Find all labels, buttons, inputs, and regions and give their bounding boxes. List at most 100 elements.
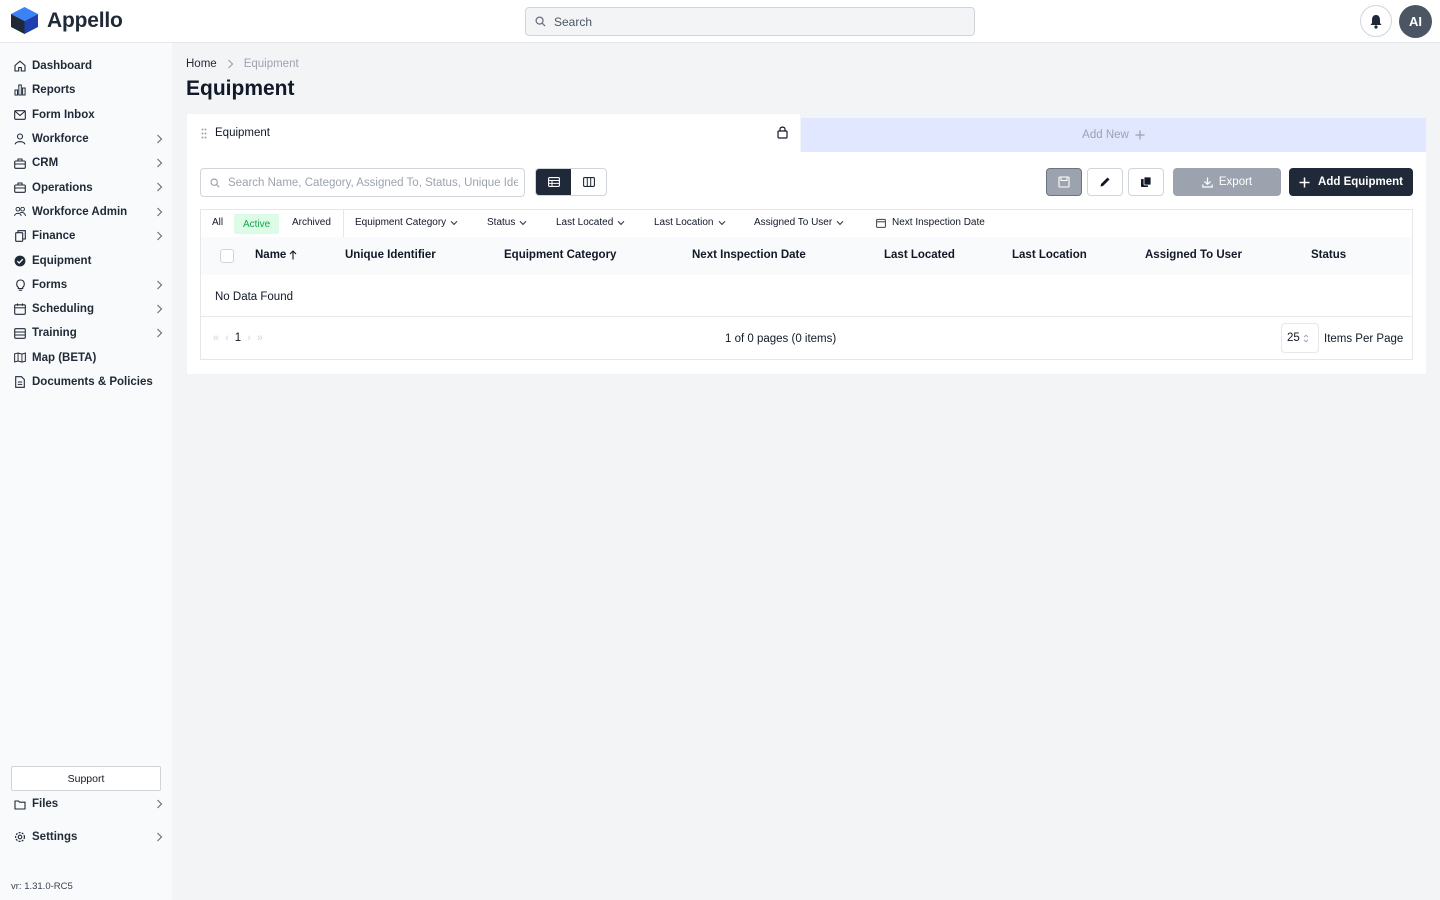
column-label: Name [255, 249, 287, 261]
sidebar-item-workforce-admin[interactable]: Workforce Admin [0, 200, 172, 224]
sidebar-item-label: Equipment [32, 254, 92, 267]
column-header-unique-identifier[interactable]: Unique Identifier [345, 249, 436, 261]
sidebar-item-settings[interactable]: Settings [0, 825, 172, 849]
sidebar-item-files[interactable]: Files [0, 792, 172, 816]
table-header: Name Unique Identifier Equipment Categor… [200, 237, 1413, 275]
chevron-down-icon [836, 220, 844, 225]
select-all-checkbox[interactable] [220, 249, 234, 263]
view-tabs: Equipment Add New [187, 114, 1426, 152]
add-equipment-button[interactable]: Add Equipment [1289, 168, 1413, 196]
plus-icon [1135, 130, 1145, 140]
sidebar-item-label: Workforce [32, 133, 89, 146]
page-size-select[interactable]: 25 [1281, 323, 1319, 353]
sidebar-item-documents-policies[interactable]: Documents & Policies [0, 370, 172, 394]
sidebar-item-dashboard[interactable]: Dashboard [0, 54, 172, 78]
notifications-button[interactable] [1360, 5, 1392, 37]
chevron-right-icon [227, 59, 234, 69]
add-new-tab-button[interactable]: Add New [801, 118, 1426, 152]
tab-equipment[interactable]: Equipment [187, 114, 800, 152]
briefcase-icon [14, 157, 26, 169]
book-icon [14, 327, 26, 339]
filter-next-inspection-date[interactable]: Next Inspection Date [876, 217, 985, 228]
filter-assigned-to-user[interactable]: Assigned To User [754, 217, 844, 228]
app-name: Appello [47, 8, 123, 32]
chevron-down-icon [519, 220, 527, 225]
top-bar: Appello Search AI [0, 0, 1440, 43]
pencil-icon [1100, 177, 1110, 187]
sidebar-item-workforce[interactable]: Workforce [0, 127, 172, 151]
filter-label: Next Inspection Date [892, 217, 985, 228]
support-button[interactable]: Support [11, 766, 161, 791]
filter-last-location[interactable]: Last Location [654, 217, 726, 228]
save-icon [1058, 176, 1070, 188]
global-search-input[interactable]: Search [525, 7, 975, 36]
empty-state-text: No Data Found [215, 291, 293, 303]
sidebar-item-finance[interactable]: Finance [0, 224, 172, 248]
appello-logo-icon [11, 7, 38, 34]
search-icon [210, 177, 220, 188]
column-header-name[interactable]: Name [255, 249, 297, 261]
last-page-icon[interactable]: » [257, 332, 263, 344]
filter-equipment-category[interactable]: Equipment Category [355, 217, 458, 228]
mail-icon [14, 109, 26, 121]
previous-page-icon[interactable]: ‹ [225, 332, 229, 344]
filter-bar: All Active Archived Equipment Category S… [200, 209, 1413, 237]
map-icon [14, 352, 26, 364]
chevron-right-icon [156, 158, 163, 171]
sidebar-item-label: Dashboard [32, 60, 93, 73]
board-view-button[interactable] [571, 169, 606, 195]
column-header-next-inspection-date[interactable]: Next Inspection Date [692, 249, 806, 261]
sidebar-item-crm[interactable]: CRM [0, 151, 172, 175]
search-placeholder: Search [554, 14, 593, 29]
column-header-assigned-to-user[interactable]: Assigned To User [1145, 249, 1242, 261]
sidebar-item-training[interactable]: Training [0, 321, 172, 345]
sidebar-item-label: Finance [32, 230, 76, 243]
filter-all[interactable]: All [212, 217, 223, 228]
export-button[interactable]: Export [1173, 168, 1281, 196]
duplicate-view-button[interactable] [1128, 168, 1164, 196]
chevron-down-icon [617, 220, 625, 225]
export-label: Export [1218, 176, 1253, 188]
chevron-right-icon [156, 304, 163, 317]
current-page-number[interactable]: 1 [235, 332, 241, 344]
filter-archived[interactable]: Archived [292, 217, 331, 228]
sidebar-item-equipment[interactable]: Equipment [0, 248, 172, 272]
drag-handle-icon[interactable] [201, 128, 207, 139]
sidebar-item-operations[interactable]: Operations [0, 175, 172, 199]
copy-icon [14, 230, 26, 243]
sidebar-item-label: Documents & Policies [32, 376, 153, 388]
table-view-button[interactable] [536, 169, 571, 195]
pagination: « ‹ 1 › » 1 of 0 pages (0 items) 25 Item… [200, 317, 1413, 360]
calendar-icon [14, 303, 26, 315]
table-search-input[interactable]: Search Name, Category, Assigned To, Stat… [200, 168, 525, 197]
filter-active[interactable]: Active [234, 214, 280, 234]
next-page-icon[interactable]: › [247, 332, 251, 344]
save-view-button[interactable] [1046, 168, 1082, 196]
breadcrumb: Home Equipment [186, 58, 299, 70]
gear-icon [14, 831, 26, 843]
sidebar-item-reports[interactable]: Reports [0, 78, 172, 102]
chevron-right-icon [157, 799, 163, 809]
edit-view-button[interactable] [1087, 168, 1123, 196]
column-header-last-located[interactable]: Last Located [884, 249, 955, 261]
user-avatar[interactable]: AI [1399, 5, 1432, 38]
filter-label: Status [487, 217, 516, 228]
page-size-label: Items Per Page [1324, 333, 1404, 345]
filter-last-located[interactable]: Last Located [556, 217, 625, 228]
lock-icon[interactable] [777, 125, 788, 139]
app-logo[interactable]: Appello [10, 6, 123, 35]
sidebar-item-form-inbox[interactable]: Form Inbox [0, 103, 172, 127]
filter-status[interactable]: Status [487, 217, 527, 228]
column-header-status[interactable]: Status [1311, 249, 1346, 261]
breadcrumb-home-link[interactable]: Home [186, 58, 217, 70]
chevron-right-icon [156, 280, 163, 293]
chart-icon [14, 84, 26, 96]
sidebar-item-scheduling[interactable]: Scheduling [0, 297, 172, 321]
sidebar-item-forms[interactable]: Forms [0, 273, 172, 297]
tab-label: Equipment [215, 127, 270, 139]
first-page-icon[interactable]: « [213, 332, 219, 344]
chevron-right-icon [156, 231, 163, 244]
column-header-equipment-category[interactable]: Equipment Category [504, 249, 616, 261]
sidebar-item-map-beta[interactable]: Map (BETA) [0, 346, 172, 370]
column-header-last-location[interactable]: Last Location [1012, 249, 1087, 261]
